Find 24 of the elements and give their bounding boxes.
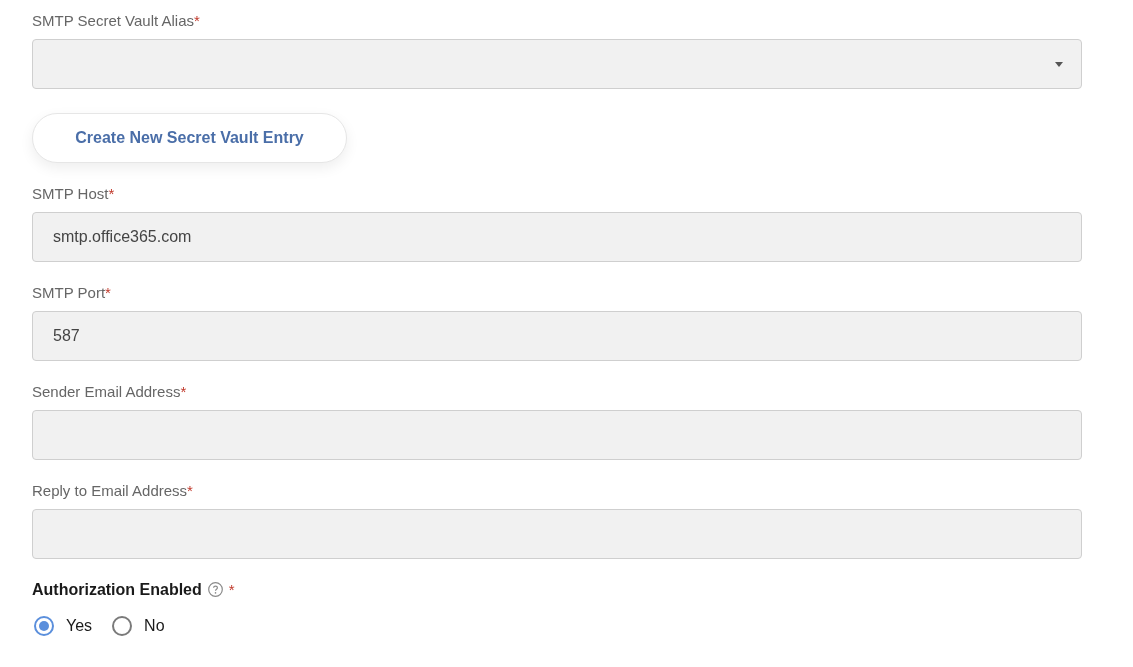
radio-button[interactable] (34, 616, 54, 636)
radio-label[interactable]: Yes (66, 617, 93, 635)
field-label: Authorization Enabled (32, 580, 202, 599)
input-field[interactable] (32, 410, 1082, 460)
field-label: Reply to Email Address (32, 481, 188, 500)
input-field[interactable]: smtp.office365.com (32, 212, 1082, 262)
required-asterisk: * (228, 580, 235, 599)
caret-icon (1055, 61, 1063, 67)
field-label: Sender Email Address (32, 382, 181, 401)
required-asterisk: * (180, 382, 187, 401)
field-label: SMTP Host (32, 184, 109, 203)
dropdown-field[interactable] (32, 39, 1082, 89)
required-asterisk: * (194, 11, 200, 30)
required-asterisk: * (108, 184, 115, 203)
field-label: SMTP Secret Vault Alias (32, 11, 194, 30)
field-label: SMTP Port (32, 283, 106, 302)
required-asterisk: * (105, 283, 111, 302)
create-entry-button[interactable]: Create New Secret Vault Entry (32, 113, 347, 163)
radio-label[interactable]: No (144, 617, 165, 635)
radio-button[interactable] (112, 616, 133, 636)
input-field[interactable]: 587 (32, 311, 1082, 361)
help-icon[interactable] (207, 582, 223, 597)
input-field[interactable] (32, 509, 1082, 559)
required-asterisk: * (187, 481, 193, 500)
